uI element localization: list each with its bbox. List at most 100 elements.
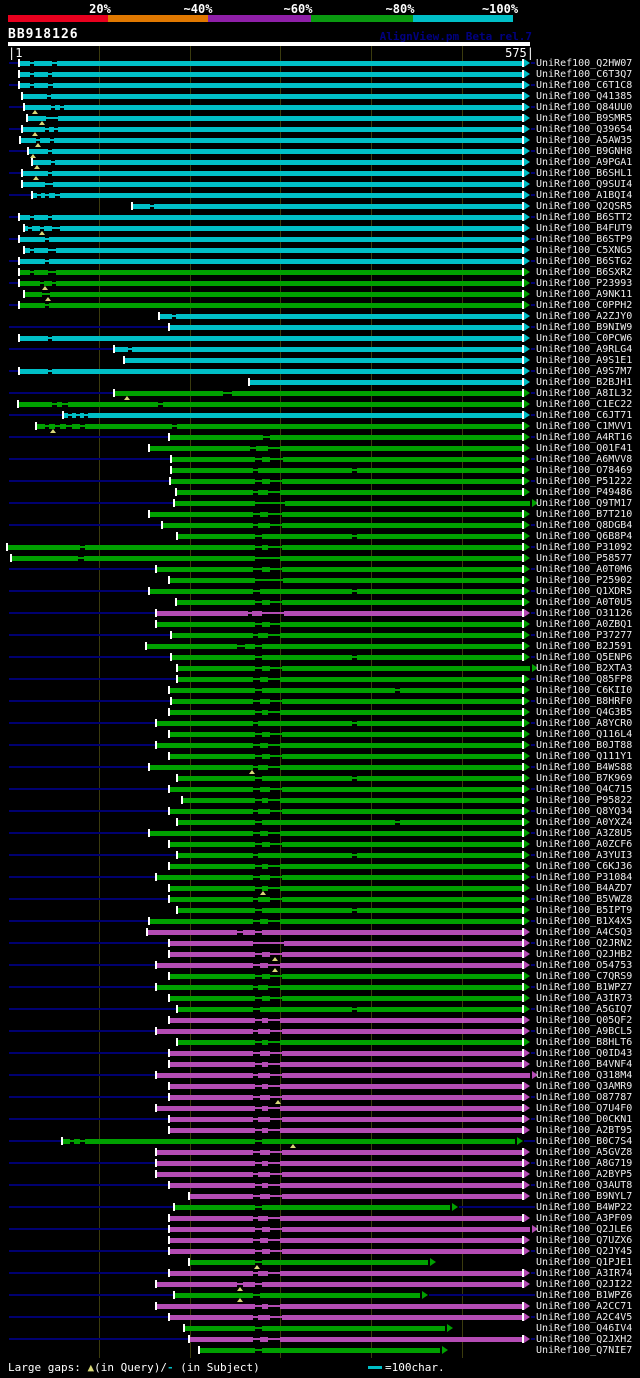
hsp-bar[interactable] [282, 545, 522, 550]
hsp-bar[interactable] [262, 1326, 445, 1331]
hit-label[interactable]: UniRef100_A5AW35 [536, 136, 638, 146]
hit-label[interactable]: UniRef100_B4VNF4 [536, 1060, 638, 1070]
hit-label[interactable]: UniRef100_P23993 [536, 279, 638, 289]
hsp-bar[interactable] [282, 1095, 522, 1100]
hit-label[interactable]: UniRef100_C6JT71 [536, 411, 638, 421]
hit-label[interactable]: UniRef100_A1BQI4 [536, 191, 638, 201]
hsp-bar[interactable] [280, 1271, 522, 1276]
hit-label[interactable]: UniRef100_B8HRF0 [536, 697, 638, 707]
hit-label[interactable]: UniRef100_B1WPZ7 [536, 983, 638, 993]
hsp-bar[interactable] [170, 1315, 253, 1320]
hsp-bar[interactable] [280, 446, 522, 451]
hsp-bar[interactable] [282, 897, 522, 902]
hsp-bar[interactable] [258, 1172, 270, 1177]
hsp-bar[interactable] [262, 732, 270, 737]
hit-label[interactable]: UniRef100_B9GNH8 [536, 147, 638, 157]
hsp-bar[interactable] [52, 171, 522, 176]
hsp-bar[interactable] [282, 1227, 530, 1232]
hit-label[interactable]: UniRef100_Q5ENP6 [536, 653, 638, 663]
hsp-bar[interactable] [282, 875, 522, 880]
hsp-bar[interactable] [262, 798, 268, 803]
hsp-bar[interactable] [260, 743, 268, 748]
hsp-bar[interactable] [258, 985, 268, 990]
hit-label[interactable]: UniRef100_A2C4V5 [536, 1313, 638, 1323]
hsp-bar[interactable] [282, 1249, 522, 1254]
hsp-bar[interactable] [157, 1172, 253, 1177]
hsp-bar[interactable] [258, 523, 270, 528]
hsp-bar[interactable] [357, 655, 522, 660]
hit-label[interactable]: UniRef100_C0PCW6 [536, 334, 638, 344]
hit-label[interactable]: UniRef100_Q2JLE6 [536, 1225, 638, 1235]
hsp-bar[interactable] [280, 1238, 522, 1243]
hsp-bar[interactable] [282, 1194, 522, 1199]
hsp-bar[interactable] [400, 688, 522, 693]
hit-label[interactable]: UniRef100_A9BCL5 [536, 1027, 638, 1037]
hit-label[interactable]: UniRef100_A3Z8U5 [536, 829, 638, 839]
hsp-bar[interactable] [262, 534, 352, 539]
hsp-bar[interactable] [262, 545, 268, 550]
hsp-bar[interactable] [185, 1326, 255, 1331]
hsp-bar[interactable] [262, 666, 270, 671]
hit-label[interactable]: UniRef100_A2ZJY0 [536, 312, 638, 322]
hsp-bar[interactable] [183, 798, 255, 803]
hsp-bar[interactable] [170, 1051, 253, 1056]
hit-label[interactable]: UniRef100_B7T210 [536, 510, 638, 520]
hsp-bar[interactable] [172, 699, 253, 704]
hsp-bar[interactable] [170, 1238, 253, 1243]
hit-label[interactable]: UniRef100_A4CSQ3 [536, 928, 638, 938]
hit-label[interactable]: UniRef100_B4WP22 [536, 1203, 638, 1213]
hsp-bar[interactable] [44, 226, 52, 231]
hsp-bar[interactable] [283, 457, 522, 462]
hit-label[interactable]: UniRef100_Q84UU0 [536, 103, 638, 113]
hsp-bar[interactable] [170, 1128, 255, 1133]
hit-label[interactable]: UniRef100_Q46IV4 [536, 1324, 638, 1334]
hsp-bar[interactable] [282, 666, 530, 671]
hsp-bar[interactable] [20, 259, 45, 264]
hsp-bar[interactable] [262, 600, 270, 605]
hsp-bar[interactable] [68, 402, 158, 407]
hsp-bar[interactable] [284, 941, 522, 946]
hit-label[interactable]: UniRef100_A3IR74 [536, 1269, 638, 1279]
hsp-bar[interactable] [150, 919, 253, 924]
hsp-bar[interactable] [20, 83, 30, 88]
hit-label[interactable]: UniRef100_Q0ID43 [536, 1049, 638, 1059]
hit-label[interactable]: UniRef100_B9SMR5 [536, 114, 638, 124]
hsp-bar[interactable] [178, 776, 255, 781]
hsp-bar[interactable] [262, 996, 270, 1001]
hsp-bar[interactable] [33, 193, 37, 198]
hit-label[interactable]: UniRef100_C1EC22 [536, 400, 638, 410]
hsp-bar[interactable] [280, 1040, 522, 1045]
hsp-bar[interactable] [260, 963, 268, 968]
hsp-bar[interactable] [258, 1029, 270, 1034]
hsp-bar[interactable] [357, 589, 522, 594]
hsp-bar[interactable] [262, 457, 270, 462]
hit-label[interactable]: UniRef100_P49486 [536, 488, 638, 498]
hsp-bar[interactable] [170, 1271, 253, 1276]
hsp-bar[interactable] [280, 765, 522, 770]
hsp-bar[interactable] [157, 1073, 253, 1078]
hsp-bar[interactable] [148, 930, 237, 935]
hit-label[interactable]: UniRef100_Q2JXH2 [536, 1335, 638, 1345]
hsp-bar[interactable] [34, 215, 48, 220]
hsp-bar[interactable] [282, 996, 522, 1001]
hsp-bar[interactable] [258, 809, 270, 814]
hit-label[interactable]: UniRef100_Q7NIE7 [536, 1346, 638, 1356]
hsp-bar[interactable] [270, 435, 522, 440]
hsp-bar[interactable] [280, 556, 522, 561]
hsp-bar[interactable] [72, 424, 80, 429]
hsp-bar[interactable] [170, 787, 253, 792]
hsp-bar[interactable] [280, 743, 522, 748]
hit-label[interactable]: UniRef100_Q8DGB4 [536, 521, 638, 531]
hit-label[interactable]: UniRef100_A0YXZ4 [536, 818, 638, 828]
hsp-bar[interactable] [163, 402, 522, 407]
hit-label[interactable]: UniRef100_Q2HW07 [536, 59, 638, 69]
hsp-bar[interactable] [280, 622, 522, 627]
hit-label[interactable]: UniRef100_A8G719 [536, 1159, 638, 1169]
hsp-bar[interactable] [170, 688, 255, 693]
hit-label[interactable]: UniRef100_O54753 [536, 961, 638, 971]
hsp-bar[interactable] [88, 413, 522, 418]
hsp-bar[interactable] [178, 1007, 253, 1012]
hsp-bar[interactable] [262, 754, 270, 759]
hsp-bar[interactable] [72, 413, 76, 418]
hsp-bar[interactable] [357, 1007, 522, 1012]
